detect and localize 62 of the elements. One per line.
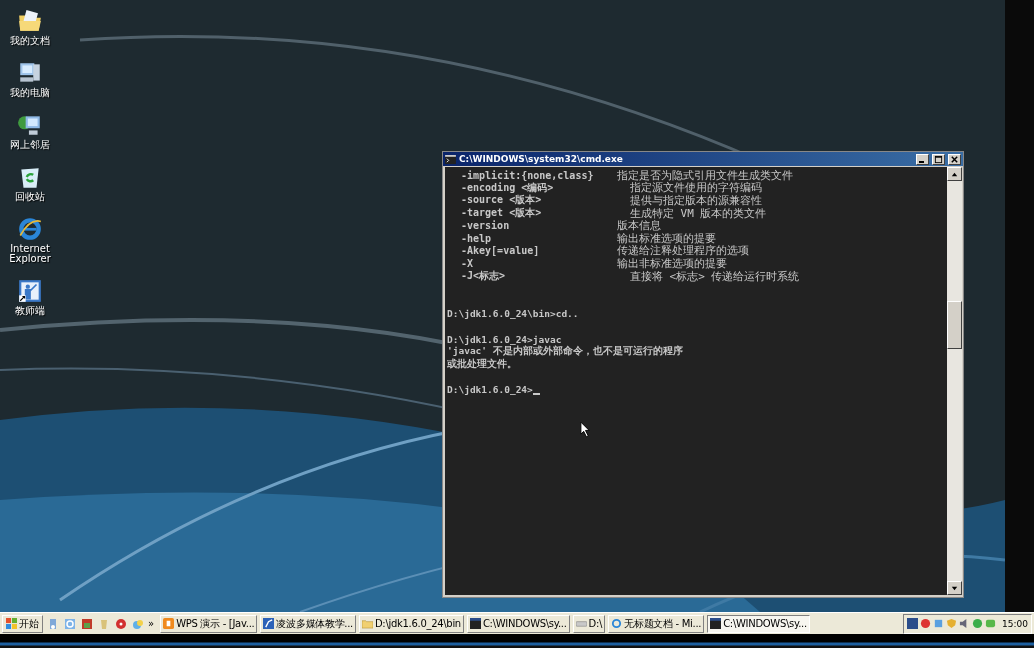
taskbar-button[interactable]: D:\ (572, 614, 606, 633)
option-name: -encoding <编码> (460, 181, 555, 194)
minimize-icon (919, 160, 924, 163)
taskbar-button[interactable]: D:\jdk1.6.0_24\bin (358, 614, 464, 633)
window-title: C:\WINDOWS\system32\cmd.exe (459, 154, 624, 164)
option-name: -X (460, 257, 475, 269)
option-description: 指定是否为隐式引用文件生成类文件 (617, 167, 793, 182)
icon-label[interactable]: Internet Explorer (1, 244, 59, 264)
taskbar-button[interactable]: WPS 演示 - [Jav... (160, 614, 258, 633)
disc-icon[interactable] (115, 617, 127, 630)
clock: 15:00 (1002, 618, 1028, 629)
console-output: D:\jdk1.6.0_24>javac (447, 333, 562, 345)
option-description: 提供与指定版本的源兼容性 (629, 193, 762, 208)
icon-label[interactable]: 网上邻居 (1, 140, 59, 150)
maximize-button[interactable] (932, 153, 945, 165)
scroll-down-button[interactable] (947, 581, 962, 595)
icon-label[interactable]: 我的文档 (1, 36, 59, 46)
scroll-up-button[interactable] (947, 167, 962, 181)
disc-icon[interactable] (920, 618, 932, 629)
teacher-icon (263, 618, 275, 629)
option-description: 指定源文件使用的字符编码 (629, 181, 762, 195)
minimize-button[interactable] (916, 153, 929, 165)
slides-icon (163, 618, 175, 629)
windows-flag-icon (6, 618, 17, 629)
scrollbar[interactable] (947, 167, 962, 595)
option-name: -version (460, 220, 511, 232)
option-name: -help (460, 232, 493, 244)
overflow-chevron[interactable]: » (148, 618, 155, 629)
option-name: -target <版本> (460, 206, 543, 220)
option-description: 生成特定 VM 版本的类文件 (629, 206, 767, 220)
folder-icon (361, 618, 373, 629)
taskbar-button[interactable]: C:\WINDOWS\sy... (707, 614, 810, 633)
teacher-icon[interactable] (17, 278, 43, 304)
option-description: 直接将 <标志> 传递给运行时系统 (629, 269, 800, 284)
folder-icon[interactable] (17, 8, 43, 34)
taskbar-button[interactable]: 无标题文档 - Mi... (608, 614, 705, 633)
scroll-thumb[interactable] (947, 301, 962, 349)
option-name: -source <版本> (460, 193, 543, 207)
taskbar-button[interactable]: 凌波多媒体教学... (260, 614, 356, 633)
close-button[interactable] (948, 153, 961, 165)
console-output: 'javac' 不是内部或外部命令，也不是可运行的程序 (447, 345, 683, 358)
option-description: 输出非标准选项的提要 (617, 256, 727, 271)
option-description: 版本信息 (617, 219, 661, 233)
start-button[interactable]: 开始 (2, 614, 43, 633)
option-name: -implicit:{none,class} (460, 169, 595, 181)
command-prompt: D:\jdk1.6.0_24> (447, 383, 533, 395)
option-name: -J<标志> (460, 269, 507, 284)
console-output: D:\jdk1.6.0_24\bin>cd.. (447, 308, 579, 320)
icon-label[interactable]: 教师端 (1, 306, 59, 316)
taskbar-button[interactable]: C:\WINDOWS\sy... (466, 614, 570, 633)
icon-label[interactable]: 回收站 (1, 192, 59, 202)
option-description: 输出标准选项的提要 (617, 231, 716, 245)
drive-icon (575, 618, 587, 629)
calculator-icon[interactable] (81, 617, 93, 630)
option-name: -Akey[=value] (460, 245, 541, 257)
console-output: 或批处理文件。 (447, 357, 517, 371)
maximize-icon (934, 154, 943, 164)
mouse-pointer-icon (580, 421, 591, 438)
option-description: 传递给注释处理程序的选项 (617, 243, 749, 258)
text-cursor (532, 392, 540, 395)
icon-label[interactable]: 我的电脑 (1, 88, 59, 98)
close-icon (950, 154, 959, 164)
